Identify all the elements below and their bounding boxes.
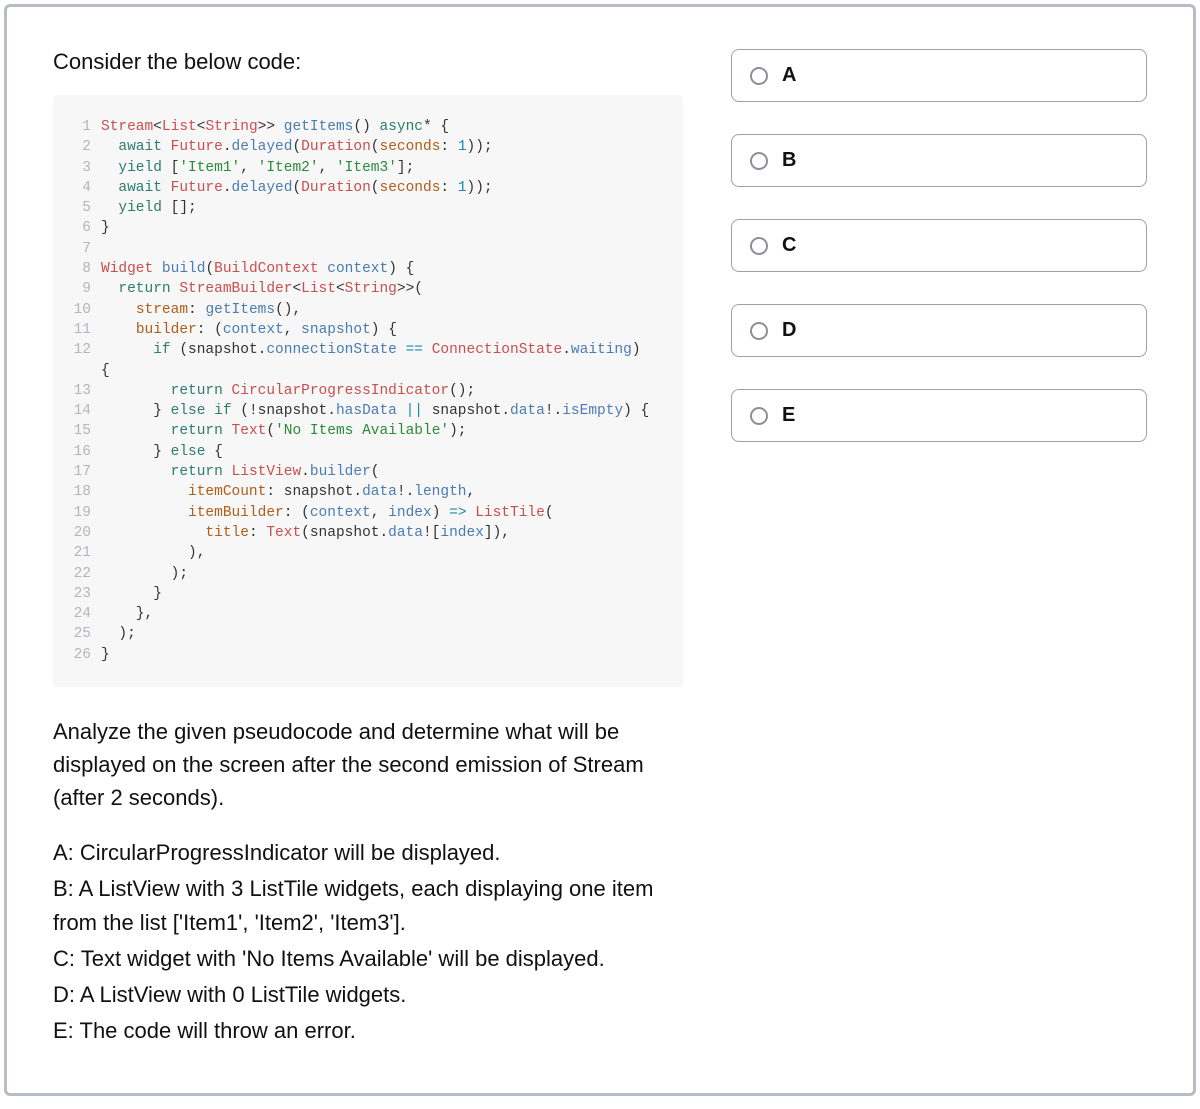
code-line: 12 if (snapshot.connectionState == Conne… — [67, 340, 669, 381]
radio-icon — [750, 152, 768, 170]
code-line: 15 return Text('No Items Available'); — [67, 421, 669, 441]
answer-option-d[interactable]: D — [731, 304, 1147, 357]
answer-option-e[interactable]: E — [731, 389, 1147, 442]
answer-label: B — [782, 149, 796, 172]
code-line: 25 ); — [67, 624, 669, 644]
code-line: 17 return ListView.builder( — [67, 462, 669, 482]
code-line: 23 } — [67, 584, 669, 604]
code-line: 11 builder: (context, snapshot) { — [67, 320, 669, 340]
answer-option-c[interactable]: C — [731, 219, 1147, 272]
option-text: C: Text widget with 'No Items Available'… — [53, 942, 683, 976]
code-line: 1Stream<List<String>> getItems() async* … — [67, 117, 669, 137]
code-line: 9 return StreamBuilder<List<String>>( — [67, 279, 669, 299]
answer-label: C — [782, 234, 796, 257]
code-line: 16 } else { — [67, 442, 669, 462]
code-line: 20 title: Text(snapshot.data![index]), — [67, 523, 669, 543]
radio-icon — [750, 67, 768, 85]
code-block: 1Stream<List<String>> getItems() async* … — [53, 95, 683, 687]
answer-label: A — [782, 64, 796, 87]
code-line: 7 — [67, 239, 669, 259]
code-line: 26} — [67, 645, 669, 665]
code-line: 19 itemBuilder: (context, index) => List… — [67, 503, 669, 523]
code-line: 2 await Future.delayed(Duration(seconds:… — [67, 137, 669, 157]
code-line: 3 yield ['Item1', 'Item2', 'Item3']; — [67, 158, 669, 178]
code-line: 18 itemCount: snapshot.data!.length, — [67, 482, 669, 502]
prompt-text: Consider the below code: — [53, 49, 683, 75]
option-text: B: A ListView with 3 ListTile widgets, e… — [53, 872, 683, 940]
options-text-list: A: CircularProgressIndicator will be dis… — [53, 836, 683, 1049]
option-text: E: The code will throw an error. — [53, 1014, 683, 1048]
code-line: 14 } else if (!snapshot.hasData || snaps… — [67, 401, 669, 421]
answer-label: D — [782, 319, 796, 342]
question-content: Consider the below code: 1Stream<List<St… — [53, 49, 683, 1051]
code-line: 10 stream: getItems(), — [67, 300, 669, 320]
code-line: 21 ), — [67, 543, 669, 563]
radio-icon — [750, 237, 768, 255]
answer-option-b[interactable]: B — [731, 134, 1147, 187]
question-text: Analyze the given pseudocode and determi… — [53, 715, 683, 814]
code-line: 5 yield []; — [67, 198, 669, 218]
option-text: A: CircularProgressIndicator will be dis… — [53, 836, 683, 870]
answer-choices: A B C D E — [731, 49, 1147, 1051]
question-card: Consider the below code: 1Stream<List<St… — [4, 4, 1196, 1096]
radio-icon — [750, 407, 768, 425]
radio-icon — [750, 322, 768, 340]
answer-label: E — [782, 404, 795, 427]
code-line: 4 await Future.delayed(Duration(seconds:… — [67, 178, 669, 198]
code-line: 22 ); — [67, 564, 669, 584]
answer-option-a[interactable]: A — [731, 49, 1147, 102]
code-line: 24 }, — [67, 604, 669, 624]
option-text: D: A ListView with 0 ListTile widgets. — [53, 978, 683, 1012]
code-line: 13 return CircularProgressIndicator(); — [67, 381, 669, 401]
code-line: 8Widget build(BuildContext context) { — [67, 259, 669, 279]
code-line: 6} — [67, 218, 669, 238]
